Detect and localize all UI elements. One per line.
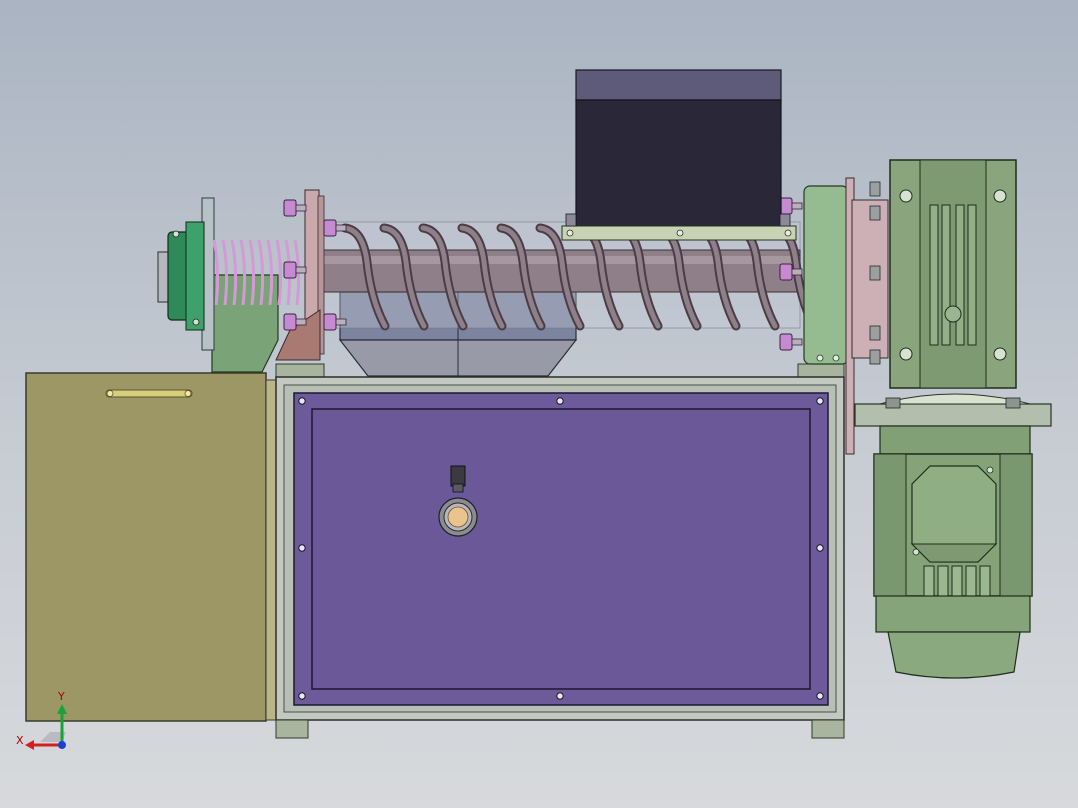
left-bearing-housing: [157, 221, 205, 331]
electric-motor: [873, 425, 1033, 679]
frame-foot-left: [275, 719, 309, 739]
feed-hopper: [561, 69, 797, 241]
cad-viewport[interactable]: X Y: [0, 0, 1078, 808]
front-access-panel[interactable]: [293, 392, 829, 706]
x-axis-label: X: [16, 734, 24, 747]
left-support-bracket: [201, 197, 279, 373]
bolt: [283, 199, 307, 217]
bolt: [283, 261, 307, 279]
bolt: [779, 197, 803, 215]
side-box-handle: [105, 389, 193, 398]
y-axis-label: Y: [57, 690, 65, 703]
motor-mount-plate: [854, 393, 1052, 427]
frame-foot-right: [811, 719, 845, 739]
bolt: [779, 333, 803, 351]
side-box: [25, 372, 277, 722]
z-axis-point: [58, 741, 66, 749]
gearbox: [869, 159, 1017, 389]
